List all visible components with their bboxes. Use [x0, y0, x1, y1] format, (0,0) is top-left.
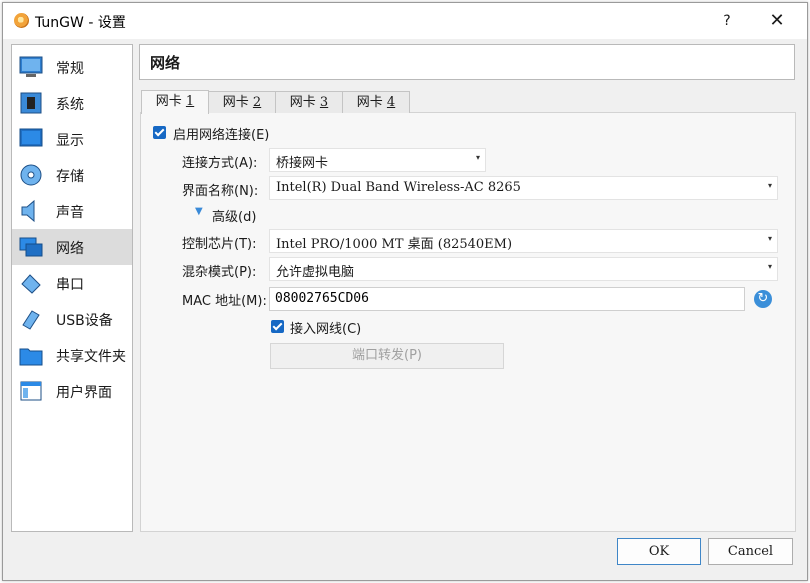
tab-label: 网卡	[155, 94, 186, 109]
sidebar-item-label: 常规	[56, 61, 84, 77]
shared-folder-icon	[19, 348, 43, 366]
interface-name-label: 界面名称(N):	[182, 184, 259, 199]
attached-to-label: 连接方式(A):	[182, 156, 258, 171]
enable-adapter-checkbox[interactable]	[153, 126, 166, 139]
serial-port-icon	[21, 274, 41, 294]
general-icon	[19, 56, 43, 77]
sidebar-item-label: 网络	[56, 241, 84, 257]
dropdown-arrow-icon: ▾	[767, 181, 772, 190]
ok-button[interactable]: OK	[617, 538, 701, 565]
promiscuous-mode-value: 允许虚拟电脑	[276, 265, 355, 280]
adapter-type-select[interactable]: Intel PRO/1000 MT 桌面 (82540EM) ▾	[269, 229, 778, 253]
adapter-type-label: 控制芯片(T):	[182, 237, 257, 252]
sidebar-item-storage[interactable]: 存储	[12, 157, 132, 193]
cable-connected-label: 接入网线(C)	[290, 322, 362, 337]
attached-to-select[interactable]: 桥接网卡 ▾	[269, 148, 486, 172]
sidebar-item-general[interactable]: 常规	[12, 49, 132, 85]
expand-triangle-icon[interactable]: ▼	[195, 206, 203, 217]
sidebar-item-label: 存储	[56, 169, 84, 185]
sidebar-item-label: 系统	[56, 97, 84, 113]
display-icon	[19, 128, 43, 147]
enable-adapter-label: 启用网络连接(E)	[173, 128, 270, 143]
sidebar-item-system[interactable]: 系统	[12, 85, 132, 121]
audio-icon	[21, 199, 35, 223]
sidebar-item-user-interface[interactable]: 用户界面	[12, 373, 132, 409]
port-forwarding-button[interactable]: 端口转发(P)	[270, 343, 504, 369]
mac-address-input[interactable]	[270, 288, 744, 308]
close-button[interactable]: ✕	[763, 9, 791, 33]
promiscuous-mode-label: 混杂模式(P):	[182, 265, 257, 280]
tab-key: 1	[185, 94, 195, 109]
network-icon	[19, 237, 43, 257]
tab-adapter-2[interactable]: 网卡 2	[208, 91, 276, 113]
sidebar-item-audio[interactable]: 声音	[12, 193, 132, 229]
mac-address-field[interactable]	[269, 287, 745, 311]
window-title: TunGW - 设置	[35, 15, 126, 31]
advanced-toggle[interactable]: 高级(d)	[212, 206, 256, 225]
usb-icon	[22, 310, 40, 330]
refresh-mac-icon[interactable]: ↻	[754, 290, 772, 308]
dropdown-arrow-icon: ▾	[767, 262, 772, 271]
adapter-type-value: Intel PRO/1000 MT 桌面 (82540EM)	[276, 237, 513, 252]
tab-adapter-3[interactable]: 网卡 3	[275, 91, 343, 113]
interface-name-value: Intel(R) Dual Band Wireless-AC 8265	[276, 180, 521, 195]
sidebar-item-network[interactable]: 网络	[12, 229, 132, 265]
sidebar-item-label: 串口	[56, 277, 84, 293]
tab-key: 3	[319, 95, 329, 110]
tab-adapter-1[interactable]: 网卡 1	[141, 90, 209, 114]
sidebar-item-label: 声音	[56, 205, 84, 221]
page-title: 网络	[139, 44, 795, 80]
settings-sidebar: 常规 系统 显示 存储 声音 网络 串口 USB设备 共享文件夹 用户界面	[11, 44, 133, 532]
sidebar-item-label: USB设备	[56, 313, 113, 329]
system-icon	[20, 92, 42, 114]
app-icon	[14, 13, 29, 28]
cancel-button[interactable]: Cancel	[708, 538, 793, 565]
sidebar-item-usb[interactable]: USB设备	[12, 301, 132, 337]
sidebar-item-label: 用户界面	[56, 385, 112, 401]
mac-address-label: MAC 地址(M):	[182, 294, 267, 309]
tab-label: 网卡	[289, 95, 320, 110]
dropdown-arrow-icon: ▾	[767, 234, 772, 243]
sidebar-item-label: 共享文件夹	[56, 349, 126, 365]
dropdown-arrow-icon: ▾	[475, 153, 480, 162]
user-interface-icon	[20, 381, 42, 401]
sidebar-item-serial-ports[interactable]: 串口	[12, 265, 132, 301]
tab-pane	[140, 112, 796, 532]
tab-label: 网卡	[356, 95, 387, 110]
tab-key: 4	[386, 95, 396, 110]
sidebar-item-label: 显示	[56, 133, 84, 149]
attached-to-value: 桥接网卡	[276, 156, 329, 171]
sidebar-item-shared-folders[interactable]: 共享文件夹	[12, 337, 132, 373]
storage-icon	[20, 164, 42, 186]
title-bar: TunGW - 设置 ? ✕	[3, 3, 807, 39]
help-button[interactable]: ?	[714, 9, 740, 33]
sidebar-item-display[interactable]: 显示	[12, 121, 132, 157]
cable-connected-checkbox[interactable]	[271, 320, 284, 333]
tab-label: 网卡	[222, 95, 253, 110]
promiscuous-mode-select[interactable]: 允许虚拟电脑 ▾	[269, 257, 778, 281]
interface-name-select[interactable]: Intel(R) Dual Band Wireless-AC 8265 ▾	[269, 176, 778, 200]
page-title-text: 网络	[150, 54, 181, 72]
tab-key: 2	[252, 95, 262, 110]
tab-adapter-4[interactable]: 网卡 4	[342, 91, 410, 113]
